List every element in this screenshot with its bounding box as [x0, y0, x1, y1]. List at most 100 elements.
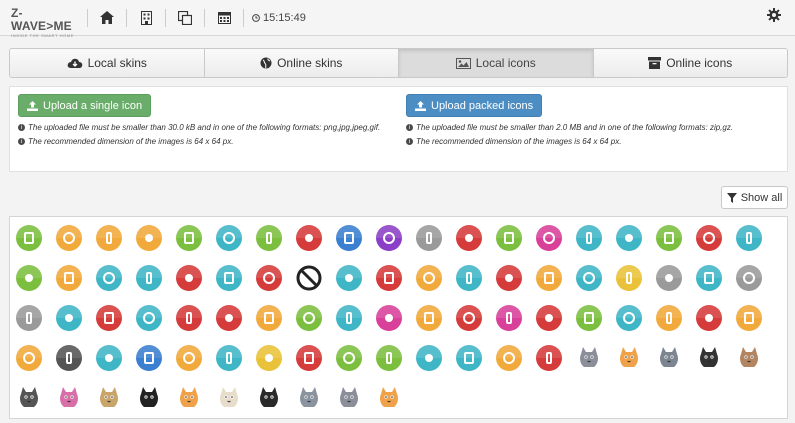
- device-icon[interactable]: [415, 304, 443, 332]
- device-icon[interactable]: [375, 264, 403, 292]
- device-icon[interactable]: [215, 304, 243, 332]
- device-icon[interactable]: [575, 264, 603, 292]
- device-icon[interactable]: [95, 344, 123, 372]
- device-icon[interactable]: [655, 264, 683, 292]
- cat-icon[interactable]: [615, 344, 643, 372]
- device-icon[interactable]: [735, 264, 763, 292]
- cat-icon[interactable]: [335, 384, 363, 412]
- upload-packed-icons-button[interactable]: Upload packed icons: [406, 94, 543, 117]
- device-icon[interactable]: [655, 224, 683, 252]
- device-icon[interactable]: [255, 344, 283, 372]
- tab-online-skins[interactable]: Online skins: [204, 49, 399, 77]
- device-icon[interactable]: [175, 264, 203, 292]
- device-icon[interactable]: [15, 264, 43, 292]
- device-icon[interactable]: [695, 304, 723, 332]
- device-icon[interactable]: [295, 224, 323, 252]
- upload-single-icon-button[interactable]: Upload a single icon: [18, 94, 152, 117]
- device-icon[interactable]: [615, 264, 643, 292]
- tab-local-icons[interactable]: Local icons: [399, 49, 594, 77]
- device-icon[interactable]: [535, 304, 563, 332]
- device-icon[interactable]: [295, 344, 323, 372]
- device-icon[interactable]: [215, 224, 243, 252]
- cat-icon[interactable]: [95, 384, 123, 412]
- device-icon[interactable]: [335, 344, 363, 372]
- device-icon[interactable]: [455, 344, 483, 372]
- tab-online-icons[interactable]: Online icons: [593, 49, 787, 77]
- device-icon[interactable]: [55, 264, 83, 292]
- tab-local-skins[interactable]: Local skins: [10, 49, 205, 77]
- device-icon[interactable]: [375, 304, 403, 332]
- device-icon[interactable]: [415, 344, 443, 372]
- device-icon[interactable]: [15, 304, 43, 332]
- device-icon[interactable]: [535, 264, 563, 292]
- device-icon[interactable]: [375, 224, 403, 252]
- building-icon[interactable]: [135, 7, 157, 29]
- device-icon[interactable]: [455, 304, 483, 332]
- device-icon[interactable]: [655, 304, 683, 332]
- device-icon[interactable]: [495, 264, 523, 292]
- device-icon[interactable]: [95, 264, 123, 292]
- device-icon[interactable]: [695, 264, 723, 292]
- device-icon[interactable]: [735, 224, 763, 252]
- device-icon[interactable]: [535, 224, 563, 252]
- home-icon[interactable]: [96, 7, 118, 29]
- device-icon[interactable]: [735, 304, 763, 332]
- device-icon[interactable]: [495, 344, 523, 372]
- settings-gear-icon[interactable]: [767, 8, 781, 27]
- device-icon[interactable]: [375, 344, 403, 372]
- device-icon[interactable]: [55, 344, 83, 372]
- cat-icon[interactable]: [695, 344, 723, 372]
- device-icon[interactable]: [215, 344, 243, 372]
- device-icon[interactable]: [575, 224, 603, 252]
- cat-icon[interactable]: [55, 384, 83, 412]
- logo[interactable]: Z-WAVE>ME INSIDE THE SMART HOME: [11, 6, 79, 38]
- device-icon[interactable]: [335, 304, 363, 332]
- device-icon[interactable]: [175, 304, 203, 332]
- device-icon[interactable]: [215, 264, 243, 292]
- device-icon[interactable]: [495, 224, 523, 252]
- device-icon[interactable]: [615, 304, 643, 332]
- device-icon[interactable]: [615, 224, 643, 252]
- device-icon[interactable]: [335, 264, 363, 292]
- device-icon[interactable]: [255, 224, 283, 252]
- device-icon[interactable]: [95, 304, 123, 332]
- device-icon[interactable]: [495, 304, 523, 332]
- device-icon[interactable]: [255, 304, 283, 332]
- device-icon[interactable]: [135, 304, 163, 332]
- cat-icon[interactable]: [255, 384, 283, 412]
- show-all-button[interactable]: Show all: [721, 186, 788, 209]
- device-icon[interactable]: [135, 344, 163, 372]
- clone-icon[interactable]: [174, 7, 196, 29]
- device-icon[interactable]: [695, 224, 723, 252]
- device-icon[interactable]: [415, 224, 443, 252]
- tab-label: Local skins: [87, 56, 147, 70]
- cat-icon[interactable]: [575, 344, 603, 372]
- device-icon[interactable]: [455, 264, 483, 292]
- device-icon[interactable]: [175, 224, 203, 252]
- device-icon[interactable]: [575, 304, 603, 332]
- device-icon[interactable]: [135, 224, 163, 252]
- cat-icon[interactable]: [295, 384, 323, 412]
- cat-icon[interactable]: [15, 384, 43, 412]
- cat-icon[interactable]: [735, 344, 763, 372]
- device-icon[interactable]: [255, 264, 283, 292]
- prohibited-icon[interactable]: [295, 264, 323, 292]
- cat-icon[interactable]: [655, 344, 683, 372]
- calendar-icon[interactable]: [213, 7, 235, 29]
- cat-icon[interactable]: [175, 384, 203, 412]
- device-icon[interactable]: [295, 304, 323, 332]
- device-icon[interactable]: [335, 224, 363, 252]
- device-icon[interactable]: [55, 304, 83, 332]
- cat-icon[interactable]: [135, 384, 163, 412]
- device-icon[interactable]: [455, 224, 483, 252]
- device-icon[interactable]: [15, 344, 43, 372]
- device-icon[interactable]: [135, 264, 163, 292]
- device-icon[interactable]: [535, 344, 563, 372]
- device-icon[interactable]: [175, 344, 203, 372]
- cat-icon[interactable]: [375, 384, 403, 412]
- device-icon[interactable]: [415, 264, 443, 292]
- device-icon[interactable]: [15, 224, 43, 252]
- cat-icon[interactable]: [215, 384, 243, 412]
- device-icon[interactable]: [95, 224, 123, 252]
- device-icon[interactable]: [55, 224, 83, 252]
